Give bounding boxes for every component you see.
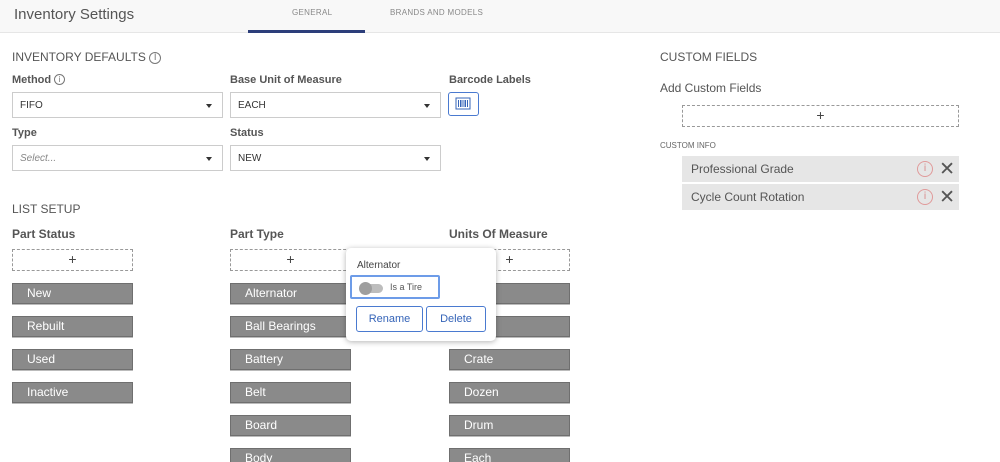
part-type-item[interactable]: Alternator <box>230 283 351 304</box>
inventory-defaults-heading: INVENTORY DEFAULTS i <box>12 50 162 64</box>
units-of-measure-label: Units Of Measure <box>449 227 548 241</box>
unit-item[interactable]: Each <box>449 448 570 462</box>
toggle-knob <box>359 282 372 295</box>
list-setup-heading: LIST SETUP <box>12 202 81 216</box>
top-bar: Inventory Settings GENERAL BRANDS AND MO… <box>0 0 1000 33</box>
info-icon[interactable]: i <box>917 161 933 177</box>
unit-item[interactable]: Crate <box>449 349 570 370</box>
info-icon[interactable]: i <box>149 52 162 64</box>
is-a-tire-toggle[interactable]: Is a Tire <box>350 275 440 299</box>
type-label: Type <box>12 127 37 139</box>
part-status-item[interactable]: Used <box>12 349 133 370</box>
chevron-down-icon <box>424 157 430 161</box>
method-info-icon[interactable]: i <box>54 74 66 85</box>
popover-title: Alternator <box>357 260 401 271</box>
part-type-item[interactable]: Ball Bearings <box>230 316 351 337</box>
chevron-down-icon <box>206 104 212 108</box>
add-part-status-button[interactable]: + <box>12 249 133 271</box>
type-select[interactable]: Select... <box>12 145 223 171</box>
active-tab-indicator <box>248 30 365 33</box>
barcode-labels-button[interactable] <box>448 92 479 116</box>
part-type-popover: Alternator Is a Tire Rename Delete <box>346 248 496 341</box>
custom-fields-heading: CUSTOM FIELDS <box>660 50 758 64</box>
base-unit-select[interactable]: EACH <box>230 92 441 118</box>
part-status-item[interactable]: Rebuilt <box>12 316 133 337</box>
tab-general[interactable]: GENERAL <box>292 8 332 17</box>
base-unit-value: EACH <box>238 100 266 111</box>
part-type-item[interactable]: Board <box>230 415 351 436</box>
method-label: Method <box>12 74 52 86</box>
part-type-item[interactable]: Belt <box>230 382 351 403</box>
close-icon[interactable]: ✕ <box>939 156 955 182</box>
page-title: Inventory Settings <box>14 6 135 23</box>
custom-field-name: Professional Grade <box>691 162 794 176</box>
part-type-label: Part Type <box>230 227 284 241</box>
add-custom-field-button[interactable]: + <box>682 105 959 127</box>
custom-info-label: CUSTOM INFO <box>660 141 716 150</box>
part-status-item[interactable]: New <box>12 283 133 304</box>
delete-button[interactable]: Delete <box>426 306 486 332</box>
toggle-label: Is a Tire <box>390 282 423 292</box>
method-value: FIFO <box>20 100 43 111</box>
status-value: NEW <box>238 153 262 164</box>
barcode-labels-label: Barcode Labels <box>449 74 531 86</box>
custom-field-name: Cycle Count Rotation <box>691 190 805 204</box>
custom-field-row: Professional Grade i ✕ <box>682 156 959 182</box>
chevron-down-icon <box>206 157 212 161</box>
tab-brands-and-models[interactable]: BRANDS AND MODELS <box>390 8 483 17</box>
rename-button[interactable]: Rename <box>356 306 423 332</box>
part-type-item[interactable]: Battery <box>230 349 351 370</box>
type-placeholder: Select... <box>20 153 57 164</box>
part-status-item[interactable]: Inactive <box>12 382 133 403</box>
status-select[interactable]: NEW <box>230 145 441 171</box>
chevron-down-icon <box>424 104 430 108</box>
status-label: Status <box>230 127 264 139</box>
part-status-label: Part Status <box>12 227 76 241</box>
method-select[interactable]: FIFO <box>12 92 223 118</box>
method-label-group: Method i <box>12 74 66 86</box>
base-unit-label: Base Unit of Measure <box>230 74 342 86</box>
barcode-icon <box>455 97 471 110</box>
toggle-switch[interactable] <box>359 282 383 295</box>
part-type-item[interactable]: Body <box>230 448 351 462</box>
add-custom-fields-label: Add Custom Fields <box>660 81 762 95</box>
add-part-type-button[interactable]: + <box>230 249 351 271</box>
custom-field-row: Cycle Count Rotation i ✕ <box>682 184 959 210</box>
unit-item[interactable]: Dozen <box>449 382 570 403</box>
close-icon[interactable]: ✕ <box>939 184 955 210</box>
inventory-defaults-title: INVENTORY DEFAULTS <box>12 50 146 64</box>
unit-item[interactable]: Drum <box>449 415 570 436</box>
info-icon[interactable]: i <box>917 189 933 205</box>
